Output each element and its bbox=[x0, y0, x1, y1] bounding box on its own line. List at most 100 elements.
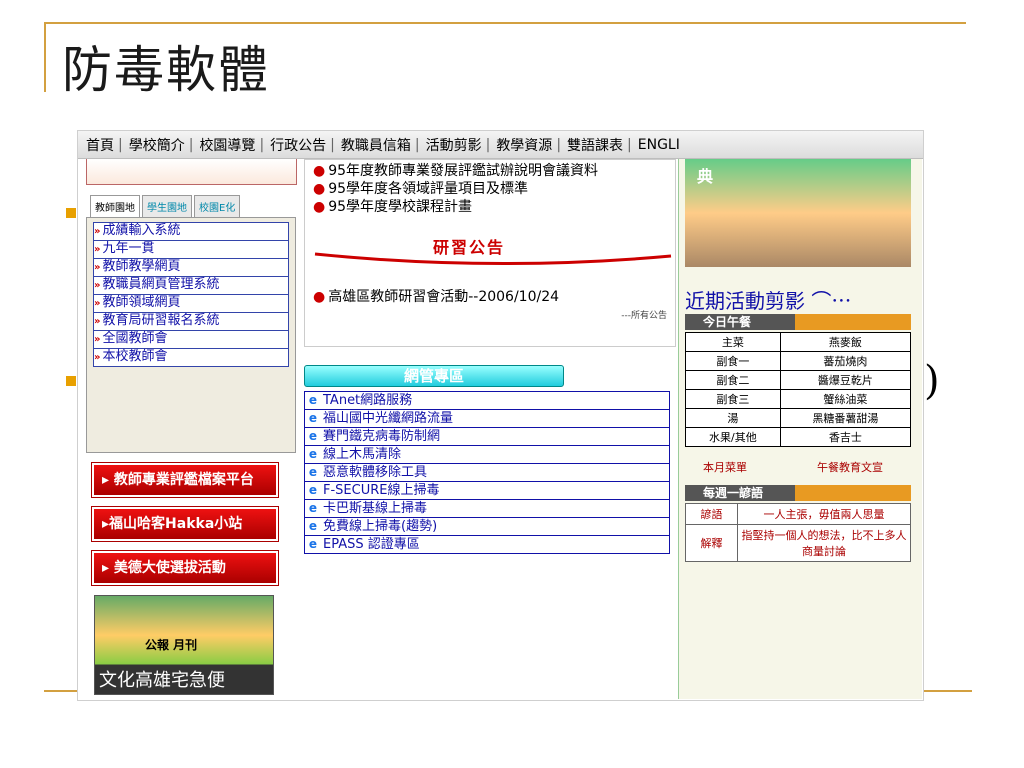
news-text: 95學年度各領域評量項目及標準 bbox=[328, 181, 529, 197]
list-item[interactable]: e TAnet網路服務 bbox=[305, 392, 669, 410]
proverb-cell: 一人主張，毋值兩人思量 bbox=[737, 503, 911, 525]
list-item[interactable]: e 惡意軟體移除工具 bbox=[305, 464, 669, 482]
lunch-links: 本月菜單 午餐教育文宣 bbox=[703, 459, 922, 475]
table-row: 副食二 醬爆豆乾片 bbox=[685, 370, 912, 390]
nav-item-activities[interactable]: 活動剪影 bbox=[426, 135, 482, 155]
news-item[interactable]: ● 95年度教師專業發展評鑑試辦說明會議資料 bbox=[313, 162, 667, 180]
ie-logo-icon: e bbox=[308, 501, 318, 515]
culture-promo[interactable]: 公報 月刊 文化高雄宅急便 bbox=[94, 595, 274, 695]
monthly-menu-link[interactable]: 本月菜單 bbox=[703, 459, 747, 475]
activity-title-text: 近期活動剪影 bbox=[685, 289, 805, 313]
proverb-table: 諺語 一人主張，毋值兩人思量 解釋 指堅持一個人的想法，比不上多人商量討論 bbox=[685, 503, 911, 562]
left-top-strip bbox=[86, 159, 297, 185]
activity-gallery-title[interactable]: 近期活動剪影 ⌒⋯ bbox=[685, 285, 922, 314]
nav-separator: | bbox=[259, 136, 265, 153]
study-heading: 研習公告 bbox=[313, 232, 672, 272]
list-item[interactable]: e 線上木馬清除 bbox=[305, 446, 669, 464]
award-photo[interactable]: 典 bbox=[685, 159, 911, 267]
list-item[interactable]: » 教師領域網頁 bbox=[94, 295, 288, 313]
list-item[interactable]: » 教職員網頁管理系統 bbox=[94, 277, 288, 295]
proverb-cell: 指堅持一個人的想法，比不上多人商量討論 bbox=[737, 524, 911, 562]
list-item[interactable]: » 九年一貫 bbox=[94, 241, 288, 259]
banner-hakka[interactable]: ▸福山哈客Hakka小站 bbox=[91, 506, 279, 542]
tab-teacher[interactable]: 教師園地 bbox=[90, 195, 140, 217]
double-arrow-icon: » bbox=[94, 334, 101, 345]
promo-label: 公報 月刊 bbox=[145, 638, 198, 652]
double-arrow-icon: » bbox=[94, 244, 101, 255]
link-label: 線上木馬清除 bbox=[323, 447, 402, 462]
banner-virtue[interactable]: ▸ 美德大使選拔活動 bbox=[91, 550, 279, 586]
list-item[interactable]: » 成績輸入系統 bbox=[94, 223, 288, 241]
lunch-cell: 香吉士 bbox=[779, 427, 912, 447]
nav-item-admin-news[interactable]: 行政公告 bbox=[270, 135, 326, 155]
link-label: F-SECURE線上掃毒 bbox=[323, 483, 440, 498]
lunch-header-text: 今日午餐 bbox=[703, 315, 752, 329]
nav-item-bilingual[interactable]: 雙語課表 bbox=[567, 135, 623, 155]
bullet-dot-icon: ● bbox=[313, 289, 326, 305]
middle-column: ● 95年度教師專業發展評鑑試辦說明會議資料 ● 95學年度各領域評量項目及標準 ●… bbox=[304, 159, 680, 699]
tab-e-campus[interactable]: 校園E化 bbox=[194, 195, 241, 217]
lunch-cell: 主菜 bbox=[685, 332, 781, 352]
slide-top-rule bbox=[44, 22, 966, 24]
list-item[interactable]: » 教育局研習報名系統 bbox=[94, 313, 288, 331]
link-label: 惡意軟體移除工具 bbox=[323, 465, 428, 480]
double-arrow-icon: » bbox=[94, 226, 101, 237]
ie-logo-icon: e bbox=[308, 537, 318, 551]
list-item[interactable]: e 免費線上掃毒(趨勢) bbox=[305, 518, 669, 536]
lunch-cell: 水果/其他 bbox=[685, 427, 781, 447]
photo-caption: 典 bbox=[697, 167, 714, 186]
table-row: 解釋 指堅持一個人的想法，比不上多人商量討論 bbox=[685, 524, 911, 562]
lunch-cell: 副食一 bbox=[685, 351, 781, 371]
lunch-cell: 黑糖番薯甜湯 bbox=[779, 408, 912, 428]
banner-teacher-evaluation[interactable]: ▸ 教師專業評鑑檔案平台 bbox=[91, 462, 279, 498]
tab-student[interactable]: 學生園地 bbox=[142, 195, 192, 217]
lunch-cell: 蟹絲油菜 bbox=[779, 389, 912, 409]
link-label: TAnet網路服務 bbox=[323, 393, 413, 408]
link-label: 教師領域網頁 bbox=[102, 295, 181, 310]
study-item[interactable]: ● 高雄區教師研習會活動--2006/10/24 bbox=[313, 286, 667, 306]
network-admin-list: e TAnet網路服務 e 福山國中光纖網路流量 e 賽門鐵克病毒防制網 e 線上木馬清… bbox=[304, 391, 670, 554]
list-item[interactable]: e F-SECURE線上掃毒 bbox=[305, 482, 669, 500]
link-label: 成績輸入系統 bbox=[102, 223, 181, 238]
network-admin-title: 網管專區 bbox=[304, 365, 564, 387]
list-item[interactable]: » 全國教師會 bbox=[94, 331, 288, 349]
proverb-header: 每週一諺語 bbox=[685, 485, 911, 501]
nav-item-english[interactable]: ENGLI bbox=[638, 137, 680, 153]
all-announcements-link[interactable]: ---所有公告 bbox=[313, 308, 667, 321]
link-label: 卡巴斯基線上掃毒 bbox=[323, 501, 428, 516]
table-row: 湯黑糖番薯甜湯 bbox=[685, 408, 912, 428]
nav-item-resources[interactable]: 教學資源 bbox=[496, 135, 552, 155]
lunch-education-link[interactable]: 午餐教育文宣 bbox=[817, 459, 883, 475]
nav-item-staff-mail[interactable]: 教職員信箱 bbox=[341, 135, 411, 155]
link-label: 九年一貫 bbox=[102, 241, 155, 256]
list-item[interactable]: e 卡巴斯基線上掃毒 bbox=[305, 500, 669, 518]
ie-logo-icon: e bbox=[308, 483, 318, 497]
banner-label: 福山哈客Hakka小站 bbox=[109, 516, 243, 532]
link-label: 福山國中光纖網路流量 bbox=[323, 411, 454, 426]
page-content: 教師園地 學生園地 校園E化 » 成績輸入系統 » 九年一貫 » 教師教學網頁 » 教職… bbox=[78, 159, 923, 700]
double-arrow-icon: » bbox=[94, 316, 101, 327]
list-item[interactable]: e 福山國中光纖網路流量 bbox=[305, 410, 669, 428]
lunch-cell: 醬爆豆乾片 bbox=[779, 370, 912, 390]
list-item[interactable]: » 教師教學網頁 bbox=[94, 259, 288, 277]
nav-separator: | bbox=[118, 136, 123, 153]
nav-item-home[interactable]: 首頁 bbox=[86, 135, 114, 155]
ie-logo-icon: e bbox=[308, 519, 318, 533]
teacher-links-list: » 成績輸入系統 » 九年一貫 » 教師教學網頁 » 教職員網頁管理系統 » 教師領域網頁… bbox=[93, 222, 289, 367]
closing-paren: ) bbox=[924, 358, 940, 404]
news-item[interactable]: ● 95學年度各領域評量項目及標準 bbox=[313, 180, 667, 198]
nav-separator: | bbox=[556, 136, 562, 153]
list-item[interactable]: e 賽門鐵克病毒防制網 bbox=[305, 428, 669, 446]
link-label: EPASS 認證專區 bbox=[323, 537, 420, 552]
link-label: 免費線上掃毒(趨勢) bbox=[323, 519, 438, 534]
list-item[interactable]: » 本校教師會 bbox=[94, 349, 288, 366]
ie-logo-icon: e bbox=[308, 393, 318, 407]
double-arrow-icon: » bbox=[94, 280, 101, 291]
news-item[interactable]: ● 95學年度學校課程計畫 bbox=[313, 198, 667, 216]
lunch-cell: 副食二 bbox=[685, 370, 781, 390]
nav-separator: | bbox=[485, 136, 491, 153]
list-item[interactable]: e EPASS 認證專區 bbox=[305, 536, 669, 553]
nav-item-about[interactable]: 學校簡介 bbox=[129, 135, 185, 155]
table-row: 諺語 一人主張，毋值兩人思量 bbox=[685, 503, 911, 525]
nav-item-campus-tour[interactable]: 校園導覽 bbox=[199, 135, 255, 155]
